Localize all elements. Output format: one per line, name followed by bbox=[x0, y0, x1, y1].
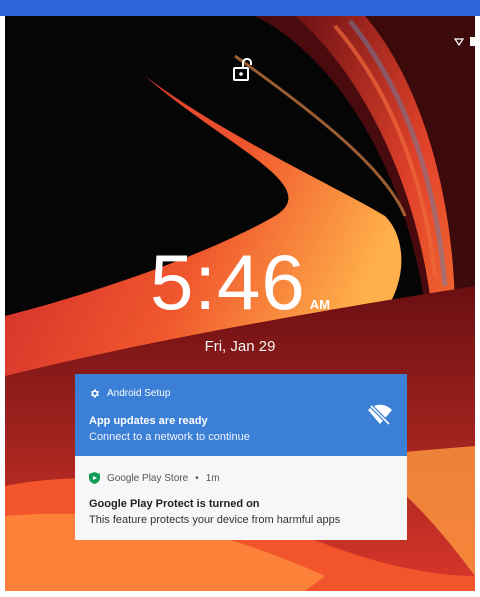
notification-title: App updates are ready bbox=[89, 415, 208, 427]
notification-time: 1m bbox=[205, 472, 220, 484]
battery-icon bbox=[470, 37, 475, 46]
status-bar-icons bbox=[454, 37, 475, 46]
notification-header: Google Play Store • 1m bbox=[89, 472, 220, 484]
clock-ampm: AM bbox=[309, 297, 331, 312]
lock-screen: 5:46 AM Fri, Jan 29 Android Setup App upd… bbox=[5, 16, 475, 591]
top-window-bar bbox=[0, 0, 480, 16]
clock-time: 5:46 bbox=[149, 238, 306, 326]
wifi-off-icon bbox=[368, 404, 392, 426]
notification-app-name: Android Setup bbox=[107, 388, 171, 399]
notification-android-setup[interactable]: Android Setup App updates are ready Conn… bbox=[75, 374, 407, 456]
wifi-icon bbox=[454, 38, 464, 46]
notification-header: Android Setup bbox=[89, 388, 170, 399]
notification-title: Google Play Protect is turned on bbox=[89, 498, 260, 510]
unlocked-padlock-icon[interactable] bbox=[232, 58, 254, 84]
notification-text: Connect to a network to continue bbox=[89, 431, 250, 443]
gear-icon bbox=[91, 389, 99, 398]
notification-app-name: Google Play Store bbox=[107, 472, 189, 484]
lock-screen-clock: 5:46 AM bbox=[5, 242, 475, 322]
notification-text: This feature protects your device from h… bbox=[89, 514, 341, 526]
notification-separator: • bbox=[195, 472, 199, 484]
notification-play-store[interactable]: Google Play Store • 1m Google Play Prote… bbox=[75, 456, 407, 540]
play-protect-shield-icon bbox=[89, 472, 100, 484]
lock-screen-date: Fri, Jan 29 bbox=[204, 338, 276, 355]
